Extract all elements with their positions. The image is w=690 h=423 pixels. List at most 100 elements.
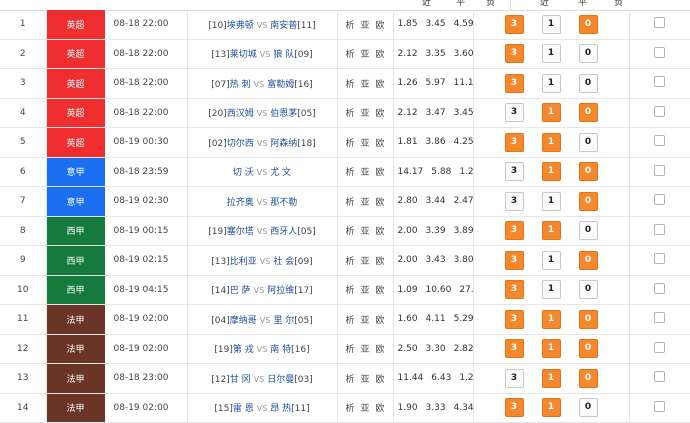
euro-odds-link[interactable]: 欧 <box>376 316 385 326</box>
league-badge[interactable]: 英超 <box>46 68 106 99</box>
euro-odds-link[interactable]: 欧 <box>376 257 385 267</box>
pick-button-loss[interactable]: 0 <box>578 73 598 93</box>
pick-button-loss[interactable]: 0 <box>578 221 598 241</box>
league-badge[interactable]: 英超 <box>46 127 106 158</box>
analysis-link[interactable]: 析 <box>345 375 354 385</box>
pick-button-win[interactable]: 3 <box>504 309 524 329</box>
pick-button-draw[interactable]: 1 <box>541 221 561 241</box>
analysis-link[interactable]: 析 <box>345 80 354 90</box>
asian-odds-link[interactable]: 亚 <box>360 50 369 60</box>
pick-button-loss[interactable]: 0 <box>578 103 598 123</box>
pick-button-loss[interactable]: 0 <box>578 339 598 359</box>
row-checkbox[interactable] <box>654 371 665 383</box>
away-team-link[interactable]: 伯恩茅 <box>270 109 297 119</box>
analysis-link[interactable]: 析 <box>345 198 354 208</box>
pick-button-draw[interactable]: 1 <box>541 339 561 359</box>
league-badge[interactable]: 英超 <box>46 39 106 69</box>
home-team-link[interactable]: 切尔西 <box>227 139 254 149</box>
asian-odds-link[interactable]: 亚 <box>360 375 369 385</box>
row-checkbox[interactable] <box>654 282 665 294</box>
pick-button-win[interactable]: 3 <box>504 398 524 418</box>
home-team-link[interactable]: 巴 萨 <box>230 286 251 296</box>
home-team-link[interactable]: 莱切城 <box>230 50 257 60</box>
row-checkbox[interactable] <box>654 400 665 412</box>
asian-odds-link[interactable]: 亚 <box>360 316 369 326</box>
pick-button-draw[interactable]: 1 <box>541 191 561 211</box>
euro-odds-link[interactable]: 欧 <box>376 21 385 31</box>
asian-odds-link[interactable]: 亚 <box>360 345 369 355</box>
row-checkbox[interactable] <box>654 253 665 265</box>
euro-odds-link[interactable]: 欧 <box>376 345 385 355</box>
home-team-link[interactable]: 西汉姆 <box>227 109 254 119</box>
asian-odds-link[interactable]: 亚 <box>360 168 369 178</box>
away-team-link[interactable]: 阿拉维 <box>267 286 294 296</box>
pick-button-win[interactable]: 3 <box>504 191 524 211</box>
euro-odds-link[interactable]: 欧 <box>376 375 385 385</box>
league-badge[interactable]: 西甲 <box>46 216 106 246</box>
pick-button-draw[interactable]: 1 <box>541 73 561 93</box>
row-checkbox[interactable] <box>654 194 665 206</box>
pick-button-draw[interactable]: 1 <box>541 309 561 329</box>
home-team-link[interactable]: 拉齐奥 <box>227 198 254 208</box>
pick-button-win[interactable]: 3 <box>504 250 524 270</box>
away-team-link[interactable]: 日尔曼 <box>267 375 294 385</box>
analysis-link[interactable]: 析 <box>345 139 354 149</box>
league-badge[interactable]: 意甲 <box>46 186 106 217</box>
asian-odds-link[interactable]: 亚 <box>360 139 369 149</box>
analysis-link[interactable]: 析 <box>345 227 354 237</box>
pick-button-win[interactable]: 3 <box>504 132 524 152</box>
euro-odds-link[interactable]: 欧 <box>376 109 385 119</box>
euro-odds-link[interactable]: 欧 <box>376 286 385 296</box>
row-checkbox[interactable] <box>654 17 665 29</box>
pick-button-loss[interactable]: 0 <box>578 398 598 418</box>
home-team-link[interactable]: 埃弗顿 <box>227 21 254 31</box>
pick-button-win[interactable]: 3 <box>504 280 524 300</box>
asian-odds-link[interactable]: 亚 <box>360 109 369 119</box>
pick-button-draw[interactable]: 1 <box>541 250 561 270</box>
row-checkbox[interactable] <box>654 76 665 88</box>
asian-odds-link[interactable]: 亚 <box>360 198 369 208</box>
euro-odds-link[interactable]: 欧 <box>376 50 385 60</box>
analysis-link[interactable]: 析 <box>345 168 354 178</box>
pick-button-loss[interactable]: 0 <box>578 162 598 182</box>
away-team-link[interactable]: 富勒姆 <box>267 80 294 90</box>
pick-button-win[interactable]: 3 <box>504 73 524 93</box>
league-badge[interactable]: 英超 <box>46 10 106 40</box>
pick-button-draw[interactable]: 1 <box>541 398 561 418</box>
row-checkbox[interactable] <box>654 341 665 353</box>
pick-button-win[interactable]: 3 <box>504 368 524 388</box>
pick-button-win[interactable]: 3 <box>504 44 524 64</box>
home-team-link[interactable]: 摩纳哥 <box>230 316 257 326</box>
asian-odds-link[interactable]: 亚 <box>360 80 369 90</box>
euro-odds-link[interactable]: 欧 <box>376 168 385 178</box>
league-badge[interactable]: 西甲 <box>46 245 106 276</box>
away-team-link[interactable]: 西牙人 <box>270 227 297 237</box>
pick-button-draw[interactable]: 1 <box>541 103 561 123</box>
euro-odds-link[interactable]: 欧 <box>376 198 385 208</box>
home-team-link[interactable]: 塞尔塔 <box>227 227 254 237</box>
euro-odds-link[interactable]: 欧 <box>376 139 385 149</box>
asian-odds-link[interactable]: 亚 <box>360 227 369 237</box>
pick-button-loss[interactable]: 0 <box>578 44 598 64</box>
analysis-link[interactable]: 析 <box>345 50 354 60</box>
asian-odds-link[interactable]: 亚 <box>360 404 369 414</box>
euro-odds-link[interactable]: 欧 <box>376 404 385 414</box>
league-badge[interactable]: 法甲 <box>46 334 106 364</box>
asian-odds-link[interactable]: 亚 <box>360 257 369 267</box>
league-badge[interactable]: 法甲 <box>46 363 106 394</box>
home-team-link[interactable]: 热 刺 <box>230 80 251 90</box>
pick-button-draw[interactable]: 1 <box>541 132 561 152</box>
analysis-link[interactable]: 析 <box>345 316 354 326</box>
euro-odds-link[interactable]: 欧 <box>376 80 385 90</box>
away-team-link[interactable]: 阿森纳 <box>270 139 297 149</box>
analysis-link[interactable]: 析 <box>345 286 354 296</box>
row-checkbox[interactable] <box>654 312 665 324</box>
pick-button-draw[interactable]: 1 <box>541 280 561 300</box>
league-badge[interactable]: 英超 <box>46 98 106 128</box>
pick-button-win[interactable]: 3 <box>504 339 524 359</box>
pick-button-loss[interactable]: 0 <box>578 280 598 300</box>
pick-button-win[interactable]: 3 <box>504 14 524 34</box>
pick-button-loss[interactable]: 0 <box>578 250 598 270</box>
pick-button-loss[interactable]: 0 <box>578 191 598 211</box>
row-checkbox[interactable] <box>654 135 665 147</box>
